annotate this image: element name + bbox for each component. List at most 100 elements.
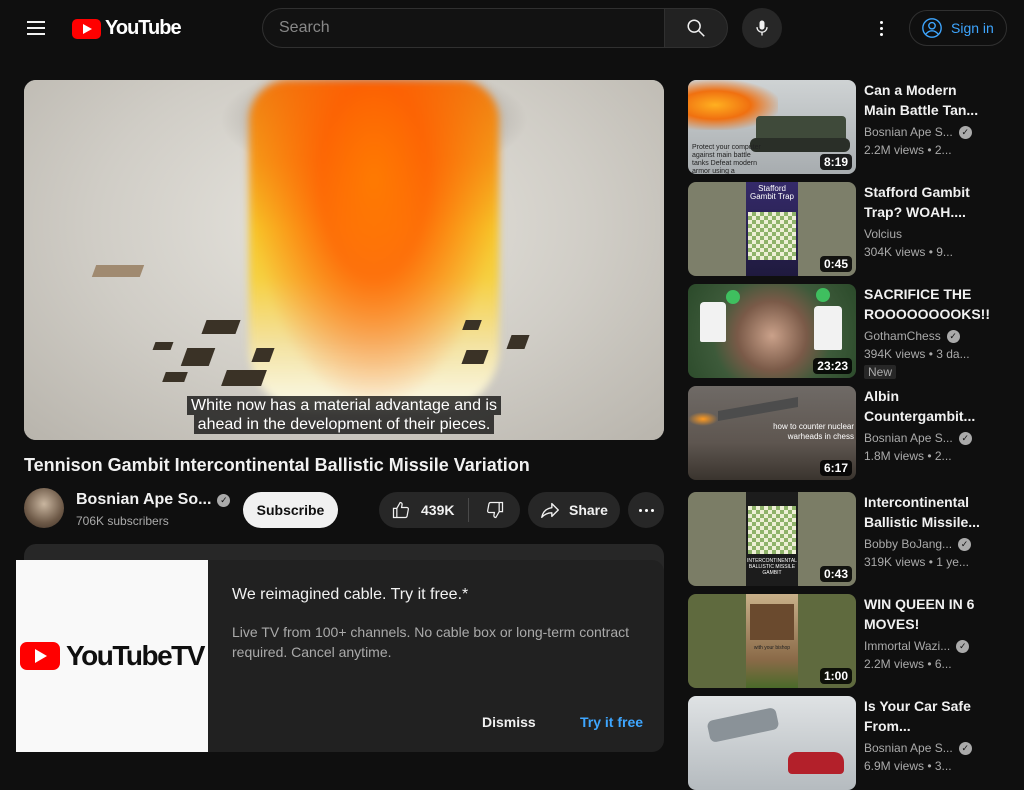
verified-icon: ✓ — [958, 125, 972, 139]
recommended-video[interactable]: Is Your Car Safe From... Bosnian Ape S..… — [688, 696, 1008, 790]
jet-silhouette — [706, 706, 780, 744]
channel-name-text: Bosnian Ape S... — [864, 125, 953, 139]
recommended-video[interactable]: 23:23 SACRIFICE THE ROOOOOOOOKS!! Gotham… — [688, 284, 1008, 379]
logo-text: YouTube — [105, 17, 182, 39]
video-player[interactable]: White now has a material advantage and i… — [24, 80, 664, 440]
search-input[interactable] — [262, 8, 664, 48]
video-meta: 319K views • 1 ye... — [864, 555, 969, 569]
video-title: Stafford Gambit Trap? WOAH.... — [864, 184, 970, 220]
channel-name-text: Bosnian Ape S... — [864, 431, 953, 445]
like-dislike-group: 439K — [379, 492, 520, 528]
thumbs-down-icon — [486, 501, 503, 519]
rook-piece-right — [814, 306, 842, 350]
channel-name: Bosnian Ape S... ✓ — [864, 431, 972, 445]
video-thumbnail: INTERCONTINENTAL BALLISTIC MISSILE GAMBI… — [688, 492, 856, 586]
subscribe-button[interactable]: Subscribe — [243, 492, 338, 528]
settings-more-icon[interactable] — [866, 12, 896, 44]
channel-name-text: GothamChess — [864, 329, 941, 343]
exclamation-badge — [726, 290, 740, 304]
debris — [221, 370, 267, 386]
video-duration: 0:45 — [819, 256, 852, 272]
recommended-video[interactable]: with your bishop 1:00 WIN QUEEN IN 6 MOV… — [688, 594, 1008, 688]
verified-icon: ✓ — [958, 537, 972, 551]
dislike-button[interactable] — [469, 492, 520, 528]
video-title: Albin Countergambit... — [864, 388, 976, 424]
video-duration: 23:23 — [813, 358, 852, 374]
channel-name: Bosnian Ape S... ✓ — [864, 125, 972, 139]
video-meta: 2.2M views • 6... — [864, 657, 952, 671]
verified-icon: ✓ — [958, 741, 972, 755]
jet-silhouette — [718, 396, 798, 422]
recommended-video[interactable]: Protect your computer against main battl… — [688, 80, 1008, 174]
video-duration: 1:00 — [819, 668, 852, 684]
video-duration: 6:17 — [819, 460, 852, 476]
video-meta: 2.2M views • 2... — [864, 143, 952, 157]
share-button[interactable]: Share — [528, 492, 620, 528]
top-bar: YouTube Sign in — [0, 0, 1024, 56]
share-icon — [541, 502, 559, 519]
recommended-video[interactable]: how to counter nuclear warheads in chess… — [688, 386, 1008, 480]
dismiss-button[interactable]: Dismiss — [482, 714, 536, 730]
more-actions-button[interactable] — [628, 492, 664, 528]
like-button[interactable]: 439K — [379, 492, 468, 528]
red-car — [788, 752, 844, 774]
youtube-tv-promo: YouTubeTV We reimagined cable. Try it fr… — [16, 560, 664, 752]
search-button[interactable] — [664, 8, 728, 48]
channel-name-text: Bosnian Ape S... — [864, 741, 953, 755]
video-thumbnail: how to counter nuclear warheads in chess… — [688, 386, 856, 480]
channel-name-text: Volcius — [864, 227, 903, 241]
thumbnail-text: Stafford Gambit Trap — [749, 184, 794, 201]
video-meta: 394K views • 3 da... — [864, 347, 970, 361]
video-thumbnail: Stafford Gambit Trap 0:45 — [688, 182, 856, 276]
search-icon — [687, 19, 705, 37]
menu-icon[interactable] — [20, 12, 52, 44]
try-it-free-button[interactable]: Try it free — [580, 714, 643, 730]
channel-name-link[interactable]: Bosnian Ape So... ✓ — [76, 491, 231, 509]
debris — [91, 265, 145, 277]
caption-line-1: White now has a material advantage and i… — [187, 396, 501, 415]
thumbnail-text: with your bishop — [753, 645, 791, 651]
youtube-logo[interactable]: YouTube — [72, 17, 182, 40]
search-bar — [262, 8, 728, 48]
microphone-icon — [756, 20, 768, 36]
video-title: SACRIFICE THE ROOOOOOOOKS!! — [864, 286, 990, 322]
video-title: WIN QUEEN IN 6 MOVES! — [864, 596, 975, 632]
debris — [152, 342, 174, 350]
thumbnail-text: how to counter nuclear warheads in chess — [773, 422, 854, 441]
voice-search-button[interactable] — [742, 8, 782, 48]
verified-icon: ✓ — [217, 493, 231, 507]
channel-name-text: Bobby BoJang... — [864, 537, 953, 551]
recommended-video[interactable]: INTERCONTINENTAL BALLISTIC MISSILE GAMBI… — [688, 492, 1008, 586]
video-thumbnail: 23:23 — [688, 284, 856, 378]
subscriber-count: 706K subscribers — [76, 514, 169, 528]
youtube-tv-logo-text: YouTubeTV — [66, 640, 205, 671]
exclamation-badge — [816, 288, 830, 302]
video-thumbnail: with your bishop 1:00 — [688, 594, 856, 688]
sign-in-label: Sign in — [951, 20, 994, 36]
channel-name: Volcius — [864, 227, 902, 241]
channel-name: GothamChess ✓ — [864, 329, 960, 343]
recommended-video[interactable]: Stafford Gambit Trap 0:45 Stafford Gambi… — [688, 182, 1008, 276]
thumbnail-text: Protect your computer against main battl… — [692, 144, 761, 174]
debris — [162, 372, 188, 382]
verified-icon: ✓ — [956, 639, 970, 653]
video-meta: 304K views • 9... — [864, 245, 953, 259]
thumbnail-text: INTERCONTINENTAL BALLISTIC MISSILE GAMBI… — [747, 558, 797, 576]
engine-fire — [688, 412, 718, 426]
chessboard — [748, 506, 796, 554]
channel-name: Bosnian Ape S... ✓ — [864, 741, 972, 755]
sign-in-button[interactable]: Sign in — [909, 10, 1007, 46]
verified-icon: ✓ — [958, 431, 972, 445]
debris — [201, 320, 241, 334]
promo-title: We reimagined cable. Try it free.* — [232, 586, 469, 603]
verified-icon: ✓ — [946, 329, 960, 343]
channel-avatar[interactable] — [24, 488, 64, 528]
youtube-tv-play-icon — [20, 642, 61, 670]
subtitle-caption: White now has a material advantage and i… — [24, 396, 664, 434]
account-icon — [922, 18, 942, 38]
video-title: Can a Modern Main Battle Tan... — [864, 82, 979, 118]
share-label: Share — [569, 502, 608, 518]
promo-body: Live TV from 100+ channels. No cable box… — [232, 624, 629, 660]
youtube-tv-logo: YouTubeTV — [16, 560, 208, 752]
video-thumbnail — [688, 696, 856, 790]
